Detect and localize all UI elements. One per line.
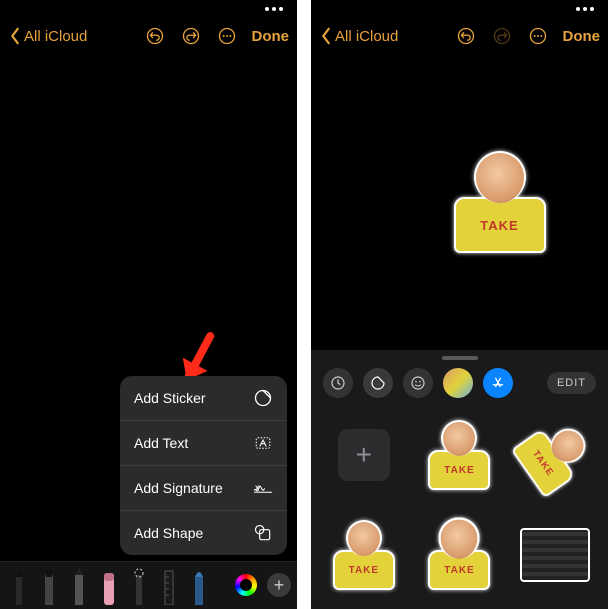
shape-icon	[253, 523, 273, 543]
color-picker-button[interactable]	[235, 574, 257, 596]
sticker-icon	[370, 375, 386, 391]
menu-item-add-sticker[interactable]: Add Sticker	[120, 376, 287, 420]
tool-eraser[interactable]	[96, 565, 122, 605]
sticker-item[interactable]: TAKE	[417, 510, 503, 600]
undo-button[interactable]	[144, 25, 166, 47]
back-button[interactable]: All iCloud	[319, 27, 398, 45]
sticker-item[interactable]: TAKE	[417, 410, 503, 500]
signature-icon	[253, 478, 273, 498]
more-button[interactable]	[527, 25, 549, 47]
sticker-item[interactable]: TAKE	[321, 510, 407, 600]
menu-item-label: Add Text	[134, 435, 188, 451]
redo-button[interactable]	[180, 25, 202, 47]
undo-icon	[456, 26, 476, 46]
clock-icon	[330, 375, 346, 391]
tool-paint[interactable]	[186, 565, 212, 605]
ellipsis-circle-icon	[217, 26, 237, 46]
back-button[interactable]: All iCloud	[8, 27, 87, 45]
sticker-icon	[253, 388, 273, 408]
tab-photos[interactable]	[443, 368, 473, 398]
done-button[interactable]: Done	[252, 28, 290, 45]
sticker-grid: + TAKE TAKE TAKE	[311, 406, 608, 604]
nav-bar: All iCloud Done	[0, 18, 297, 54]
tab-appstore[interactable]	[483, 368, 513, 398]
tool-lasso[interactable]	[126, 565, 152, 605]
done-button[interactable]: Done	[563, 28, 601, 45]
edit-button[interactable]: EDIT	[547, 372, 596, 394]
tab-emoji[interactable]	[403, 368, 433, 398]
menu-item-label: Add Shape	[134, 525, 203, 541]
tab-recents[interactable]	[323, 368, 353, 398]
undo-button[interactable]	[455, 25, 477, 47]
status-indicators	[265, 7, 283, 11]
menu-item-add-signature[interactable]: Add Signature	[120, 465, 287, 510]
add-menu-popup: Add Sticker Add Text Add Signature Add S…	[120, 376, 287, 555]
keyboard-sticker	[520, 528, 590, 582]
add-sticker-cell[interactable]: +	[321, 410, 407, 500]
more-button[interactable]	[216, 25, 238, 47]
status-indicators	[576, 7, 594, 11]
chevron-left-icon	[319, 27, 333, 45]
menu-item-add-shape[interactable]: Add Shape	[120, 510, 287, 555]
sticker-item[interactable]: TAKE	[512, 410, 598, 500]
tool-marker[interactable]	[36, 565, 62, 605]
redo-icon	[492, 26, 512, 46]
tab-stickers[interactable]	[363, 368, 393, 398]
sticker-drawer: EDIT + TAKE TAKE TAKE	[311, 350, 608, 609]
ellipsis-circle-icon	[528, 26, 548, 46]
redo-button	[491, 25, 513, 47]
status-bar	[311, 0, 608, 18]
placed-sticker[interactable]: TAKE	[454, 151, 546, 253]
markup-toolbar: +	[0, 561, 297, 609]
redo-icon	[181, 26, 201, 46]
tool-pen[interactable]	[6, 565, 32, 605]
add-button[interactable]: +	[267, 573, 291, 597]
sticker-item[interactable]	[512, 510, 598, 600]
menu-item-add-text[interactable]: Add Text	[120, 420, 287, 465]
phone-left: All iCloud Done Add Sticker Add	[0, 0, 297, 609]
nav-bar: All iCloud Done	[311, 18, 608, 54]
chevron-left-icon	[8, 27, 22, 45]
back-label: All iCloud	[24, 28, 87, 45]
note-canvas[interactable]: TAKE	[311, 54, 608, 350]
tool-pencil[interactable]	[66, 565, 92, 605]
phone-right: All iCloud Done TAKE	[311, 0, 608, 609]
back-label: All iCloud	[335, 28, 398, 45]
status-bar	[0, 0, 297, 18]
menu-item-label: Add Sticker	[134, 390, 206, 406]
appstore-icon	[491, 376, 505, 390]
tool-ruler[interactable]	[156, 565, 182, 605]
emoji-icon	[410, 375, 426, 391]
undo-icon	[145, 26, 165, 46]
textbox-icon	[253, 433, 273, 453]
drawer-tabs: EDIT	[311, 360, 608, 406]
menu-item-label: Add Signature	[134, 480, 223, 496]
